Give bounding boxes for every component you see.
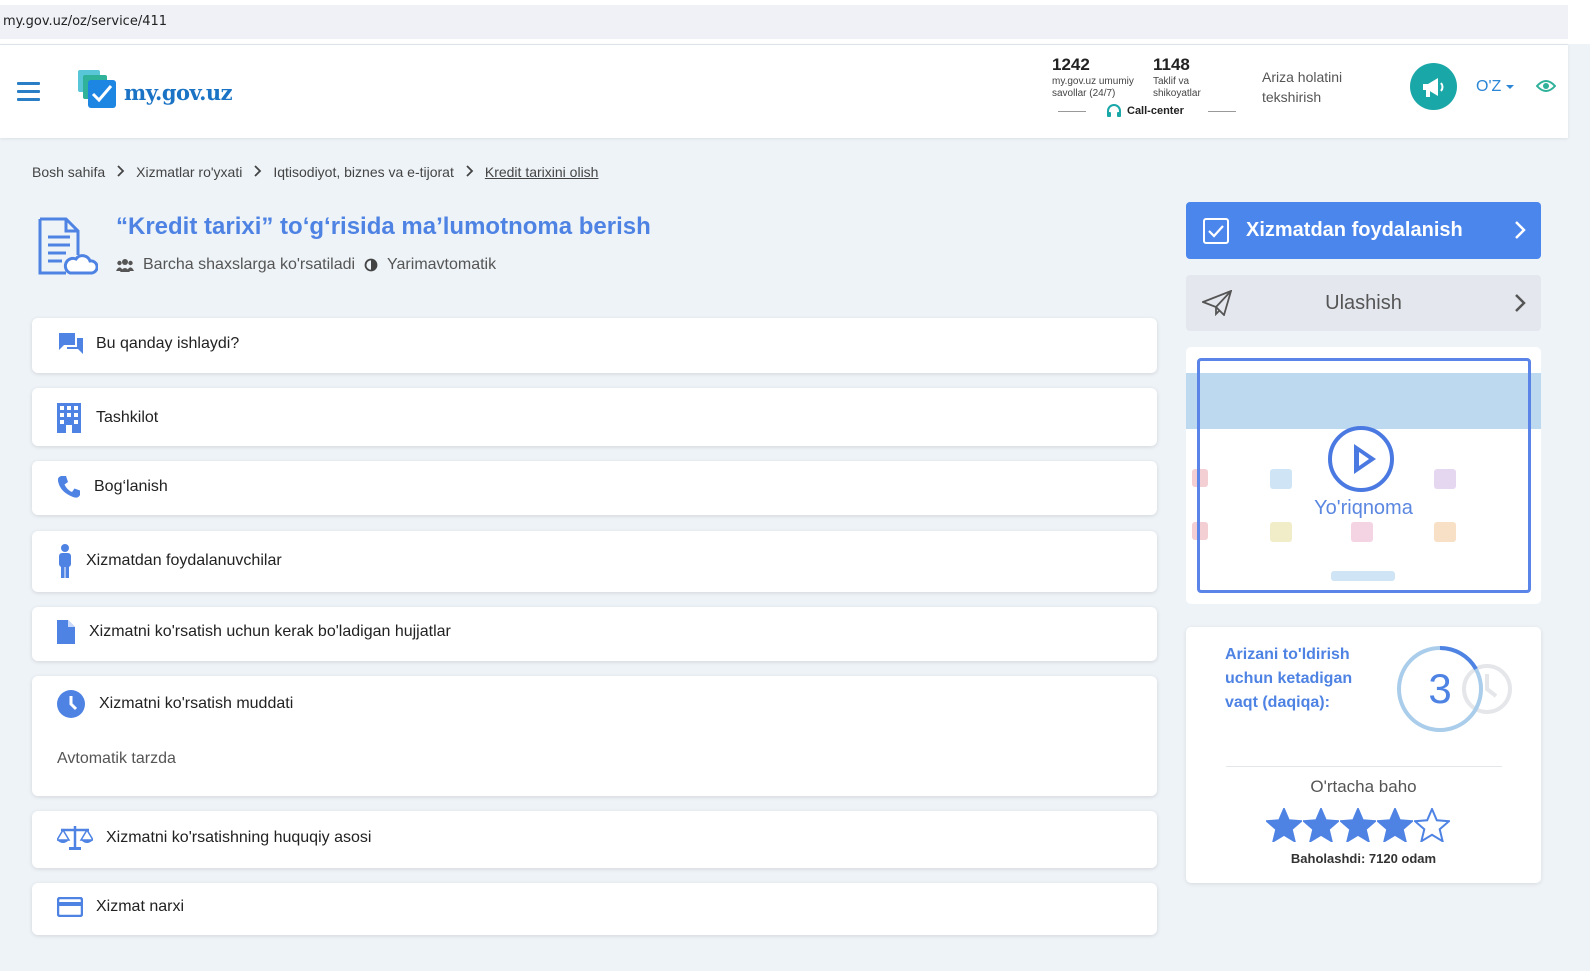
duration-detail: Avtomatik tarzda — [57, 750, 176, 767]
stat-questions[interactable]: 1242 my.gov.uz umumiy savollar (24/7) — [1052, 55, 1134, 99]
document-cloud-icon — [36, 215, 99, 282]
megaphone-button[interactable] — [1410, 63, 1457, 110]
building-icon — [57, 403, 81, 433]
audience-label: Barcha shaxslarga ko'rsatiladi — [143, 256, 356, 273]
star-empty-icon[interactable] — [1414, 808, 1450, 842]
section-organization[interactable]: Tashkilot — [32, 388, 1157, 446]
star-filled-icon[interactable] — [1266, 808, 1302, 842]
site-header: my.gov.uz 1242 my.gov.uz umumiy savollar… — [0, 44, 1568, 138]
chevron-right-icon — [1514, 220, 1526, 240]
stat-complaints[interactable]: 1148 Taklif va shikoyatlar — [1153, 55, 1201, 99]
average-rating-label: O'rtacha baho — [1310, 777, 1417, 796]
fill-time-label: Arizani to'ldirish uchun ketadigan vaqt … — [1225, 646, 1353, 711]
section-service-users[interactable]: Xizmatdan foydalanuvchilar — [32, 531, 1157, 592]
half-circle-icon — [364, 258, 378, 272]
section-service-price[interactable]: Xizmat narxi — [32, 883, 1157, 935]
eye-icon[interactable] — [1535, 79, 1557, 98]
video-label: Yo'riqnoma — [1314, 497, 1413, 519]
service-info-card: Arizani to'ldirish uchun ketadigan vaqt … — [1186, 627, 1541, 883]
page-title: “Kredit tarixi” to‘g‘risida ma’lumotnoma… — [116, 213, 651, 240]
service-meta: Barcha shaxslarga ko'rsatiladi Yarimavto… — [116, 256, 496, 274]
logo-text: my.gov.uz — [124, 79, 233, 105]
call-center[interactable]: Call-center — [1058, 103, 1236, 119]
fill-time-value: 3 — [1428, 665, 1452, 712]
chat-icon — [57, 332, 85, 356]
call-center-label: Call-center — [1127, 105, 1184, 117]
rating-stars[interactable] — [1266, 808, 1451, 842]
phone-icon — [57, 475, 81, 499]
use-service-button[interactable]: Xizmatdan foydalanish — [1186, 202, 1541, 259]
star-filled-icon[interactable] — [1377, 808, 1413, 842]
checkbox-icon — [1203, 217, 1229, 244]
chevron-right-icon — [466, 164, 474, 180]
star-filled-icon[interactable] — [1303, 808, 1339, 842]
breadcrumb-services[interactable]: Xizmatlar ro'yxati — [136, 164, 242, 180]
votes-count: Baholashdi: 7120 odam — [1290, 851, 1437, 866]
share-button[interactable]: Ulashish — [1186, 275, 1541, 331]
section-service-duration[interactable]: Xizmatni ko'rsatish muddati Avtomatik ta… — [32, 676, 1157, 796]
clock-icon — [57, 690, 85, 718]
section-required-documents[interactable]: Xizmatni ko'rsatish uchun kerak bo'ladig… — [32, 607, 1157, 661]
breadcrumb-home[interactable]: Bosh sahifa — [32, 164, 105, 180]
site-logo[interactable]: my.gov.uz — [78, 70, 233, 110]
credit-card-icon — [57, 897, 83, 917]
section-legal-basis[interactable]: Xizmatni ko'rsatishning huquqiy asosi — [32, 811, 1157, 868]
section-how-it-works[interactable]: Bu qanday ishlaydi? — [32, 318, 1157, 373]
chevron-right-icon — [117, 164, 125, 180]
chevron-right-icon — [1514, 293, 1526, 313]
breadcrumb-category[interactable]: Iqtisodiyot, biznes va e-tijorat — [273, 164, 454, 180]
person-icon — [57, 544, 73, 578]
fill-time-gauge: 3 — [1396, 645, 1484, 733]
megaphone-icon — [1422, 77, 1443, 97]
check-application-status-link[interactable]: Ariza holatini tekshirish — [1262, 67, 1342, 107]
chevron-right-icon — [254, 164, 262, 180]
headset-icon — [1107, 104, 1121, 117]
caret-down-icon — [1506, 85, 1515, 89]
document-icon — [57, 620, 75, 644]
language-selector[interactable]: O'Z — [1476, 78, 1515, 96]
browser-url-bar: my.gov.uz/oz/service/411 — [0, 0, 1590, 44]
breadcrumb-current[interactable]: Kredit tarixini olish — [485, 164, 599, 180]
scales-icon — [57, 825, 93, 851]
menu-icon[interactable] — [17, 82, 40, 102]
logo-mark-icon — [78, 70, 118, 110]
play-icon[interactable] — [1328, 426, 1394, 492]
url-text[interactable]: my.gov.uz/oz/service/411 — [0, 5, 1568, 39]
section-contact[interactable]: Bog‘lanish — [32, 461, 1157, 515]
users-icon — [116, 259, 134, 272]
mode-label: Yarimavtomatik — [387, 256, 497, 273]
star-filled-icon[interactable] — [1340, 808, 1376, 842]
breadcrumb: Bosh sahifa Xizmatlar ro'yxati Iqtisodiy… — [32, 164, 598, 180]
video-guide[interactable]: Yo'riqnoma — [1186, 347, 1541, 604]
